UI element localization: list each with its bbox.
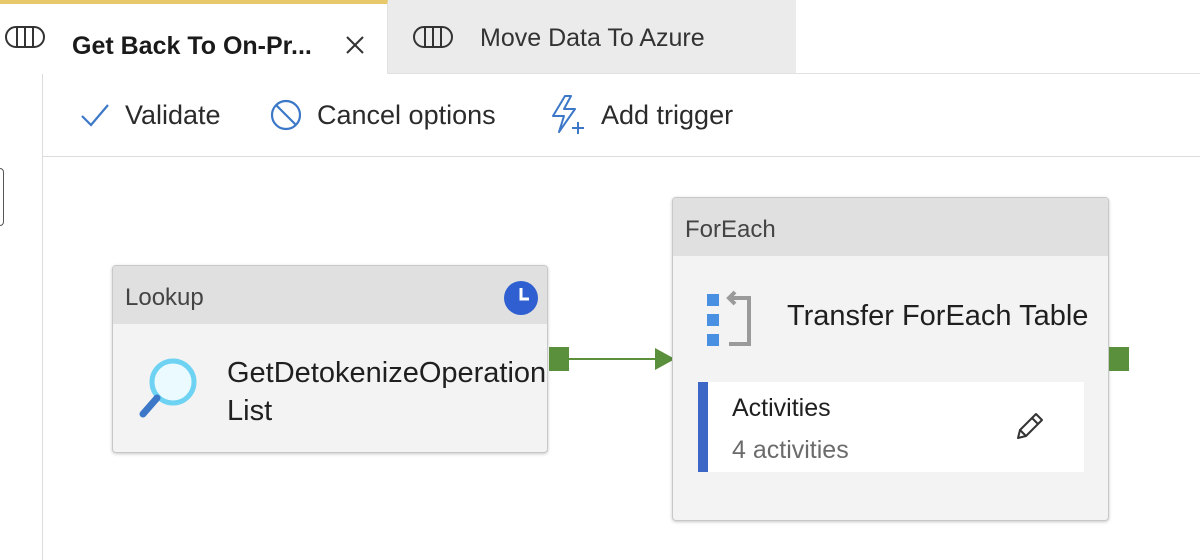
add-trigger-button[interactable]: Add trigger [549, 74, 733, 156]
foreach-icon [707, 290, 751, 346]
tab-title: Get Back To On-Pr... [72, 32, 312, 60]
tab-get-back-to-on-prem[interactable]: Get Back To On-Pr... [0, 0, 388, 74]
activity-header: Lookup [113, 266, 547, 324]
close-icon[interactable] [342, 32, 368, 58]
left-rail-collapse-handle[interactable] [0, 168, 4, 226]
activity-type-label: ForEach [685, 216, 776, 243]
tab-title: Move Data To Azure [480, 24, 705, 52]
clock-icon [504, 281, 538, 315]
pipeline-canvas[interactable]: Lookup GetDetokenizeOperationList ForEac… [43, 157, 1200, 560]
checkmark-icon [81, 104, 109, 127]
inner-activities-panel[interactable]: Activities 4 activities [698, 382, 1084, 472]
pipeline-toolbar: Validate Cancel options Add trigger [43, 74, 1200, 157]
activities-count: 4 activities [732, 436, 849, 464]
cancel-options-button[interactable]: Cancel options [269, 74, 496, 156]
lookup-activity[interactable]: Lookup GetDetokenizeOperationList [112, 265, 548, 453]
activity-type-label: Lookup [125, 284, 204, 311]
foreach-success-port[interactable] [1109, 347, 1129, 371]
foreach-activity[interactable]: ForEach Transfer ForEach Table Activitie… [672, 197, 1109, 521]
foreach-activity-name: Transfer ForEach Table [787, 300, 1089, 332]
activity-header: ForEach [673, 198, 1108, 256]
pencil-icon[interactable] [1012, 410, 1046, 444]
tab-bar: Get Back To On-Pr... Move Data To Azure [0, 0, 1200, 74]
validate-button[interactable]: Validate [79, 74, 221, 156]
tab-move-data-to-azure[interactable]: Move Data To Azure [388, 0, 796, 74]
add-trigger-label: Add trigger [601, 99, 734, 130]
lookup-magnifier-icon [139, 358, 197, 418]
lookup-activity-name: GetDetokenizeOperationList [227, 357, 547, 427]
lookup-success-port[interactable] [549, 347, 569, 371]
pipeline-icon [413, 26, 453, 48]
success-connector-arrow[interactable] [569, 345, 677, 373]
cancel-circle-icon [270, 99, 302, 131]
validate-label: Validate [125, 99, 221, 130]
activities-label: Activities [732, 394, 831, 422]
trigger-lightning-icon [552, 95, 584, 134]
cancel-options-label: Cancel options [317, 99, 496, 130]
pipeline-icon [5, 26, 45, 48]
